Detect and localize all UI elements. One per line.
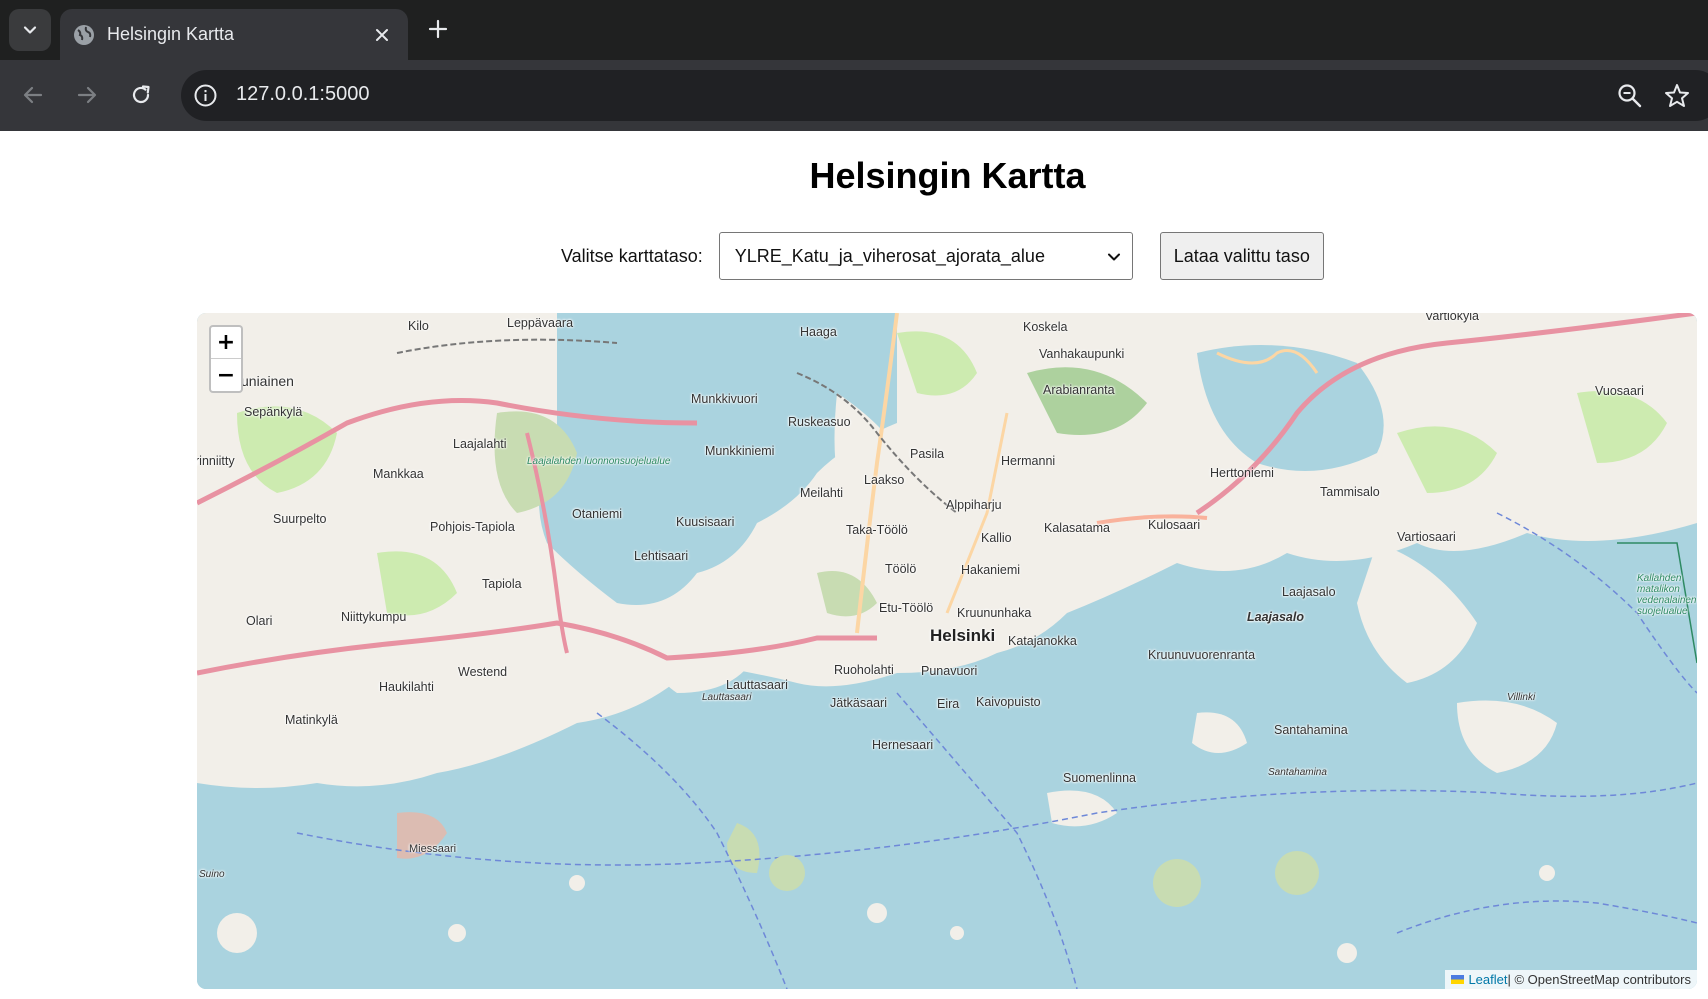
place-label: Etu-Töölö: [879, 601, 934, 615]
osm-attribution-text: | © OpenStreetMap contributors: [1507, 972, 1692, 987]
globe-icon: [74, 24, 94, 45]
place-label: Pohjois-Tapiola: [430, 520, 515, 534]
place-label: Villinki: [1507, 692, 1536, 703]
place-label: Otaniemi: [572, 507, 623, 521]
place-label: Santahamina: [1268, 767, 1327, 778]
place-label: Tapiola: [482, 577, 522, 591]
place-label: Taka-Töölö: [846, 523, 908, 537]
place-label: Koskela: [1023, 320, 1068, 334]
back-arrow-icon[interactable]: [16, 78, 50, 112]
place-label: Munkkiniemi: [705, 444, 775, 458]
leaflet-link[interactable]: Leaflet: [1451, 972, 1508, 987]
place-label: Haukilahti: [379, 680, 434, 694]
page-content: Helsingin Kartta Valitse karttataso: YLR…: [0, 131, 1708, 999]
page-title: Helsingin Kartta: [809, 155, 1086, 196]
place-label: Sepänkylä: [244, 405, 303, 419]
chevron-down-icon: [23, 26, 37, 34]
place-label: Westend: [458, 665, 508, 679]
browser-tab[interactable]: Helsingin Kartta: [60, 9, 408, 60]
place-label: Kruunuvuorenranta: [1148, 648, 1256, 662]
leaflet-link-text[interactable]: Leaflet: [1468, 972, 1507, 987]
place-label: Arabianranta: [1043, 383, 1115, 397]
place-label-city: Helsinki: [930, 626, 996, 645]
bookmark-star-icon[interactable]: [1663, 82, 1691, 110]
place-label: Kulosaari: [1148, 518, 1201, 532]
layer-select-label: Valitse karttataso:: [561, 245, 703, 266]
ukraine-flag-icon: [1451, 975, 1465, 984]
place-label: Meilahti: [800, 486, 844, 500]
place-label: Leppävaara: [507, 316, 574, 330]
place-label: Munkkivuori: [691, 392, 758, 406]
zoom-in-button[interactable]: +: [211, 327, 241, 359]
place-label: Hakaniemi: [961, 563, 1021, 577]
place-label: uniainen: [241, 373, 294, 389]
place-label: Alppiharju: [946, 498, 1002, 512]
tab-title: Helsingin Kartta: [107, 24, 235, 44]
place-label: Kalasatama: [1044, 521, 1111, 535]
place-label: rinniitty: [197, 454, 235, 468]
place-label: Vanhakaupunki: [1039, 347, 1125, 361]
place-label: Matinkylä: [285, 713, 338, 727]
layer-select[interactable]: YLRE_Katu_ja_viherosat_ajorata_alue: [718, 232, 1133, 280]
place-label: Vartiokylä: [1425, 313, 1479, 323]
place-label: Hernesaari: [872, 738, 934, 752]
place-label: Laajasalo: [1247, 610, 1304, 624]
place-label: Santahamina: [1274, 723, 1348, 737]
layer-controls: Valitse karttataso: YLRE_Katu_ja_viheros…: [561, 232, 1324, 280]
place-label: Kilo: [408, 319, 429, 333]
place-label: Ruoholahti: [834, 663, 894, 677]
map-zoom-control: + −: [209, 325, 243, 393]
place-label: Pasila: [910, 447, 945, 461]
place-label: Töölö: [885, 562, 917, 576]
place-label: Niittykumpu: [341, 610, 407, 624]
place-label: Miessaari: [409, 843, 457, 855]
new-tab-plus-icon[interactable]: [424, 15, 452, 43]
place-label: Kuusisaari: [676, 515, 735, 529]
zoom-magnifier-icon[interactable]: [1616, 82, 1644, 110]
place-label: Hermanni: [1001, 454, 1056, 468]
map-container[interactable]: Kilo Leppävaara Haaga Koskela Vartiokylä…: [197, 313, 1697, 989]
place-label: Lehtisaari: [634, 549, 689, 563]
place-label: Laakso: [864, 473, 905, 487]
place-label: Suomenlinna: [1063, 771, 1136, 785]
place-label: Lauttasaari: [726, 678, 788, 692]
park-label: Laajalahden luonnonsuojelualue: [527, 456, 671, 467]
place-label: Kruununhaka: [957, 606, 1032, 620]
place-label: Haaga: [800, 325, 837, 339]
tab-search-button[interactable]: [9, 9, 51, 51]
place-label: Vartiosaari: [1397, 530, 1456, 544]
chevron-down-icon: [1107, 253, 1120, 261]
layer-select-value: YLRE_Katu_ja_viherosat_ajorata_alue: [734, 245, 1045, 266]
browser-toolbar: 127.0.0.1:5000: [0, 60, 1708, 131]
place-label: Laajasalo: [1282, 585, 1336, 599]
place-label: Katajanokka: [1008, 634, 1077, 648]
address-bar[interactable]: 127.0.0.1:5000: [181, 70, 1708, 121]
map-tiles[interactable]: [197, 313, 1697, 989]
reload-icon[interactable]: [124, 78, 158, 112]
map-attribution: Leaflet | © OpenStreetMap contributors: [1445, 970, 1697, 989]
load-layer-button[interactable]: Lataa valittu taso: [1159, 232, 1324, 280]
place-label: Lauttasaari: [702, 692, 752, 703]
forward-arrow-icon[interactable]: [70, 78, 104, 112]
place-label: Herttoniemi: [1210, 466, 1274, 480]
place-label: Tammisalo: [1320, 485, 1380, 499]
place-label: Kallio: [981, 531, 1012, 545]
browser-tab-bar: Helsingin Kartta: [0, 0, 1708, 60]
place-label: Kaivopuisto: [976, 695, 1041, 709]
place-label: Suurpelto: [273, 512, 327, 526]
place-label: Mankkaa: [373, 467, 424, 481]
place-label: Suino: [199, 869, 225, 880]
place-label: Vuosaari: [1595, 384, 1644, 398]
place-label: Ruskeasuo: [788, 415, 851, 429]
place-label: Laajalahti: [453, 437, 507, 451]
place-label: Jätkäsaari: [830, 696, 887, 710]
url-text[interactable]: 127.0.0.1:5000: [236, 83, 369, 106]
place-label: Punavuori: [921, 664, 978, 678]
place-label: Olari: [246, 614, 273, 628]
place-label: Eira: [937, 697, 960, 711]
close-tab-icon[interactable]: [370, 23, 394, 47]
site-info-icon[interactable]: [193, 83, 218, 108]
park-label: Kallahden matalikon vedenalainen suojelu…: [1637, 573, 1697, 617]
zoom-out-button[interactable]: −: [211, 359, 241, 391]
